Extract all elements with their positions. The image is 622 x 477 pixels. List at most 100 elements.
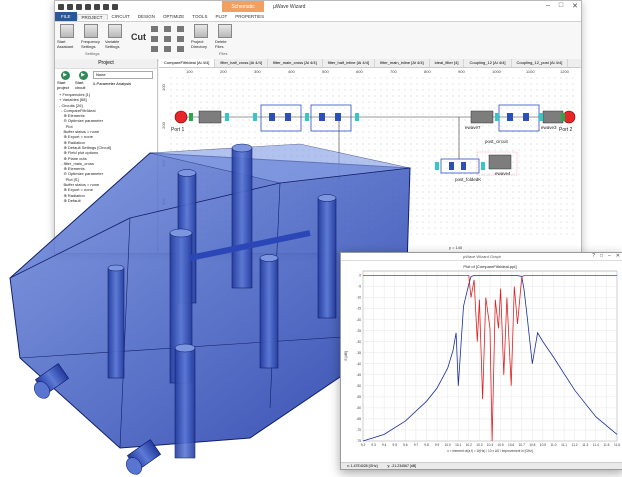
zoom-out-icon[interactable] — [177, 36, 184, 42]
mirror-icon[interactable] — [164, 46, 171, 52]
window-title: µWave Wizard — [273, 4, 306, 10]
start-circuit-button[interactable]: ▶ Start circuit — [75, 71, 91, 90]
frequency-settings-button[interactable]: Frequency Settings — [81, 24, 101, 49]
y-tick-label: -60 — [356, 406, 361, 410]
variable-settings-button[interactable]: Variable Settings — [105, 24, 125, 49]
redo-icon[interactable] — [103, 3, 109, 10]
connector-symbol — [435, 162, 439, 170]
start-assistant-button[interactable]: Start Assistant — [57, 24, 77, 49]
plot-window-title: µWave Wizard Graph ? □ – ✕ — [341, 253, 622, 261]
menu-optimize[interactable]: OPTIMIZE — [159, 14, 188, 19]
paste-icon[interactable] — [151, 36, 158, 42]
x-readout: x: 1.47E4028 [GHz] — [347, 464, 378, 468]
settings-icon[interactable] — [112, 3, 118, 10]
minimize-button[interactable]: – — [546, 2, 550, 10]
x-tick-label: 10.4 — [487, 443, 493, 447]
s-parameter-chart[interactable]: 9.2 9.3 9.4 9.5 9.6 9.7 9.8 9.9 10.0 10.1 10.2 10.3… — [341, 261, 622, 462]
rotate-icon[interactable] — [164, 36, 171, 42]
x-tick-label: 9.6 — [403, 443, 408, 447]
zoom-in-icon[interactable] — [177, 26, 184, 32]
save-all-icon[interactable] — [85, 3, 91, 10]
help-button[interactable]: ? — [592, 253, 595, 260]
y-tick-label: -10 — [356, 296, 361, 300]
y-tick-label: -55 — [356, 395, 361, 399]
y-tick-label: -20 — [356, 318, 361, 322]
connector-symbol — [495, 113, 499, 121]
save-icon[interactable] — [76, 3, 82, 10]
x-tick-label: 10.6 — [508, 443, 514, 447]
ribbon: Start Assistant Frequency Settings Varia… — [55, 22, 581, 61]
y-readout: y: -21.234567 [dB] — [387, 464, 417, 468]
x-tick-label: 9.8 — [424, 443, 429, 447]
menu-circuit[interactable]: CIRCUIT — [108, 14, 134, 19]
y-tick-label: -75 — [356, 439, 361, 443]
close-button[interactable]: ✕ — [572, 2, 578, 10]
maximize-button[interactable]: □ — [559, 2, 563, 10]
y-tick-label: -50 — [356, 384, 361, 388]
y-tick-label: -25 — [356, 329, 361, 333]
align-icon[interactable] — [164, 26, 171, 32]
waveguide-block-ewave3 — [542, 110, 564, 124]
y-tick-label: 0 — [359, 274, 361, 278]
resonator-post — [174, 347, 196, 459]
delete-icon[interactable] — [151, 46, 158, 52]
delete-files-icon — [218, 24, 232, 38]
element-label: ewave4 — [495, 171, 511, 176]
resonator-post — [107, 267, 125, 379]
analysis-type-label[interactable]: 0-Parameter Analysis — [93, 81, 153, 86]
x-tick-label: 9.4 — [382, 443, 387, 447]
resonator-symbol — [449, 162, 454, 170]
x-tick-label: 10.5 — [497, 443, 503, 447]
context-tab-schematic[interactable]: Schematic — [222, 1, 264, 12]
copy-icon[interactable] — [151, 26, 158, 32]
title-bar: Schematic µWave Wizard – □ ✕ — [55, 1, 581, 12]
project-directory-button[interactable]: Project Directory — [191, 24, 211, 49]
start-project-button[interactable]: ▶ Start project — [57, 71, 73, 90]
menu-design[interactable]: DESIGN — [134, 14, 159, 19]
resonator-symbol — [523, 113, 529, 121]
window-controls: – □ ✕ — [546, 2, 578, 10]
x-tick-label: 11.6 — [614, 443, 620, 447]
variable-icon — [108, 24, 122, 38]
menu-properties[interactable]: PROPERTIES — [231, 14, 268, 19]
restore-button[interactable]: □ — [600, 253, 603, 260]
element-label: ewave3 — [541, 125, 557, 130]
assistant-icon — [60, 24, 74, 38]
y-tick-label: -70 — [356, 428, 361, 432]
connector-symbol — [481, 162, 485, 170]
x-tick-label: 10.0 — [445, 443, 451, 447]
x-tick-label: 9.9 — [435, 443, 440, 447]
y-tick-label: -5 — [358, 285, 361, 289]
group-label-settings: Settings — [85, 51, 100, 56]
menu-tools[interactable]: TOOLS — [188, 14, 211, 19]
quick-access-toolbar — [58, 3, 118, 10]
filter-element-4 — [440, 158, 480, 174]
chart-title: Plot of [CompareFiltrIdeal.ppt] — [463, 264, 516, 269]
y-axis-label: S [dB] — [344, 351, 348, 361]
app-logo-icon — [58, 3, 64, 10]
y-tick-label: -65 — [356, 417, 361, 421]
x-tick-label: 10.1 — [455, 443, 461, 447]
plot-status-bar: x: 1.47E4028 [GHz] y: -21.234567 [dB] — [341, 462, 622, 469]
edit-tools — [150, 24, 159, 54]
menu-project[interactable]: PROJECT — [76, 13, 108, 20]
x-tick-label: 10.8 — [529, 443, 535, 447]
undo-icon[interactable] — [94, 3, 100, 10]
delete-files-button[interactable]: Delete Files — [215, 24, 235, 49]
analysis-dropdown[interactable]: None — [93, 71, 153, 79]
menu-plot[interactable]: PLOT — [211, 14, 231, 19]
zoom-fit-icon[interactable] — [177, 46, 184, 52]
cut-button[interactable]: Cut — [131, 32, 146, 42]
group-label-files: Files — [219, 51, 228, 56]
close-button[interactable]: ✕ — [616, 253, 620, 260]
element-label: post_foldedK — [455, 177, 482, 182]
menu-file[interactable]: FILE — [55, 12, 77, 21]
resonator-symbol — [461, 162, 466, 170]
waveguide-block-ewave7 — [470, 110, 494, 124]
y-tick-label: -35 — [356, 351, 361, 355]
menu-bar: FILE PROJECT CIRCUIT DESIGN OPTIMIZE TOO… — [55, 12, 581, 22]
minimize-button[interactable]: – — [608, 253, 611, 260]
open-icon[interactable] — [67, 3, 73, 10]
project-toolbar: ▶ Start project ▶ Start circuit None 0-P… — [55, 69, 157, 92]
x-tick-label: 11.2 — [572, 443, 578, 447]
